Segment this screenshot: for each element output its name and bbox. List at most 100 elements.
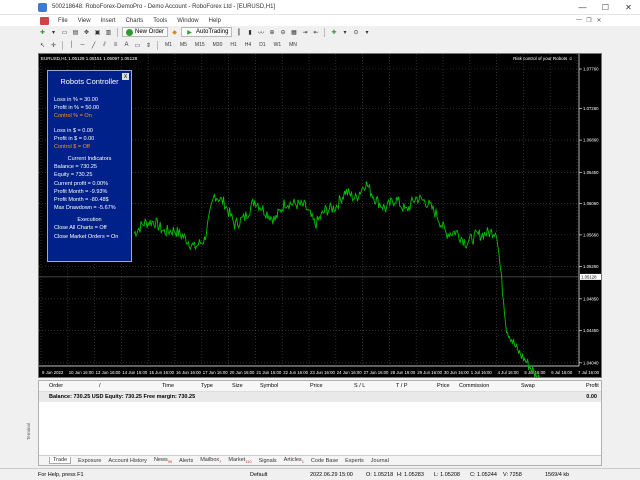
zoom-in-icon[interactable]: ⊕ xyxy=(267,28,276,37)
panel-close-button[interactable]: X xyxy=(122,73,129,80)
trendline-icon[interactable]: ╱ xyxy=(89,41,98,50)
menu-file[interactable]: File xyxy=(53,18,73,24)
title-bar: 500218648: RoboForex-DemoPro - Demo Acco… xyxy=(0,0,640,15)
tab-code-base[interactable]: Code Base xyxy=(311,458,338,464)
market-watch-icon[interactable]: ▭ xyxy=(60,28,69,37)
balance-summary: Balance: 730.25 USD Equity: 730.25 Free … xyxy=(49,394,196,400)
menu-charts[interactable]: Charts xyxy=(121,18,149,24)
close-all-charts-toggle[interactable]: Close All Charts = Off xyxy=(54,224,125,232)
tab-news[interactable]: News99 xyxy=(154,457,172,464)
timeframe-mn[interactable]: MN xyxy=(286,42,300,48)
balance-row[interactable]: Balance: 730.25 USD Equity: 730.25 Free … xyxy=(39,392,601,402)
timeframe-h1[interactable]: H1 xyxy=(227,42,239,48)
tile-windows-icon[interactable]: ▦ xyxy=(289,28,298,37)
metaeditor-icon[interactable]: ◆ xyxy=(170,28,179,37)
close-window-button[interactable]: ✕ xyxy=(617,0,640,15)
timeframe-m1[interactable]: M1 xyxy=(162,42,175,48)
menu-view[interactable]: View xyxy=(73,18,96,24)
data-window-icon[interactable]: ▤ xyxy=(71,28,80,37)
new-order-button[interactable]: New Order xyxy=(122,27,169,37)
app-window: 500218648: RoboForex-DemoPro - Demo Acco… xyxy=(0,0,640,480)
col-profit[interactable]: Profit xyxy=(586,383,599,389)
arrows-icon[interactable]: ⇕ xyxy=(144,41,153,50)
timeframe-w1[interactable]: W1 xyxy=(271,42,285,48)
tab-experts[interactable]: Experts xyxy=(345,458,364,464)
panel-title: Robots Controller xyxy=(60,77,119,86)
timeframe-d1[interactable]: D1 xyxy=(256,42,268,48)
chart-shift-icon[interactable]: ⇤ xyxy=(311,28,320,37)
price-series-line xyxy=(133,181,540,377)
y-tick-label: 1.04850 xyxy=(583,296,599,301)
templates-icon[interactable]: ⊙ xyxy=(351,28,360,37)
autoscroll-icon[interactable]: ⇥ xyxy=(300,28,309,37)
templates-dropdown-icon[interactable]: ▾ xyxy=(362,28,371,37)
price-point xyxy=(143,222,145,224)
menu-help[interactable]: Help xyxy=(204,18,226,24)
timeframe-h4[interactable]: H4 xyxy=(242,42,254,48)
chart-symbol-header: EURUSD,H1 1.05128 1.05151 1.05097 1.0512… xyxy=(41,56,138,61)
col-sl[interactable]: S / L xyxy=(354,383,365,389)
zoom-out-icon[interactable]: ⊖ xyxy=(278,28,287,37)
toolbar-divider xyxy=(117,27,118,37)
maximize-button[interactable]: ☐ xyxy=(594,0,617,15)
tab-trade[interactable]: Trade xyxy=(49,457,72,464)
minimize-button[interactable]: — xyxy=(571,0,594,15)
new-chart-icon[interactable]: ✚ xyxy=(38,28,47,37)
periods-icon[interactable]: ▾ xyxy=(340,28,349,37)
control-percent-toggle[interactable]: Control % = On xyxy=(54,112,125,120)
price-chart[interactable]: 9 Jun 2022 10 Jun 16:00 13 Jun 16:00 14 Jun… xyxy=(38,53,602,378)
timeframe-m30[interactable]: M30 xyxy=(210,42,226,48)
autotrading-button[interactable]: ▶ AutoTrading xyxy=(181,27,233,37)
mdi-restore-button[interactable]: ❐ xyxy=(584,17,594,24)
menu-insert[interactable]: Insert xyxy=(96,18,121,24)
candlestick-icon[interactable]: ▮ xyxy=(245,28,254,37)
col-symbol[interactable]: Symbol xyxy=(260,383,278,389)
tab-signals[interactable]: Signals xyxy=(259,458,277,464)
x-tick-label: 14 Jun 16:00 xyxy=(122,370,147,375)
col-swap[interactable]: Swap xyxy=(521,383,535,389)
col-order[interactable]: Order xyxy=(49,383,63,389)
col-time[interactable]: Time xyxy=(162,383,174,389)
fibonacci-icon[interactable]: ≡ xyxy=(111,41,120,50)
tab-account-history[interactable]: Account History xyxy=(108,458,147,464)
strategy-tester-icon[interactable]: ▥ xyxy=(104,28,113,37)
mdi-close-button[interactable]: ✕ xyxy=(594,17,604,24)
text-tool-icon[interactable]: A xyxy=(122,41,131,50)
tab-mailbox[interactable]: Mailbox7 xyxy=(200,457,221,464)
equidistant-channel-icon[interactable]: ⫽ xyxy=(100,41,109,50)
robots-controller-panel: X Robots Controller Loss in % = 30.00 Pr… xyxy=(47,70,132,262)
bar-chart-icon[interactable]: ┃ xyxy=(234,28,243,37)
terminal-icon[interactable]: ▣ xyxy=(93,28,102,37)
col-type[interactable]: Type xyxy=(201,383,213,389)
cursor-icon[interactable]: ↖ xyxy=(38,41,47,50)
col-price[interactable]: Price xyxy=(310,383,323,389)
menu-tools[interactable]: Tools xyxy=(148,18,172,24)
line-chart-icon[interactable]: 〰 xyxy=(256,28,265,37)
close-market-orders-toggle[interactable]: Close Market Orders = On xyxy=(54,233,125,241)
vertical-line-icon[interactable]: │ xyxy=(67,41,76,50)
control-usd-toggle[interactable]: Control $ = Off xyxy=(54,143,125,151)
profiles-icon[interactable]: ▾ xyxy=(49,28,58,37)
tab-market[interactable]: Market110 xyxy=(228,457,251,464)
price-point xyxy=(234,224,236,226)
tab-exposure[interactable]: Exposure xyxy=(78,458,101,464)
y-tick-label: 1.05660 xyxy=(583,232,599,237)
tab-alerts[interactable]: Alerts xyxy=(179,458,193,464)
navigator-icon[interactable]: ✥ xyxy=(82,28,91,37)
col-sort[interactable]: / xyxy=(99,383,101,389)
tab-journal[interactable]: Journal xyxy=(371,458,389,464)
terminal-side-label: Terminal xyxy=(26,422,31,440)
text-label-icon[interactable]: ▭ xyxy=(133,41,142,50)
mdi-minimize-button[interactable]: — xyxy=(574,17,584,24)
menu-window[interactable]: Window xyxy=(172,18,203,24)
timeframe-m5[interactable]: M5 xyxy=(177,42,190,48)
col-tp[interactable]: T / P xyxy=(396,383,408,389)
tab-articles[interactable]: Articles1 xyxy=(284,457,304,464)
horizontal-line-icon[interactable]: ─ xyxy=(78,41,87,50)
col-commission[interactable]: Commission xyxy=(459,383,489,389)
col-size[interactable]: Size xyxy=(232,383,243,389)
timeframe-m15[interactable]: M15 xyxy=(192,42,208,48)
col-price-current[interactable]: Price xyxy=(437,383,450,389)
crosshair-icon[interactable]: ✛ xyxy=(49,41,58,50)
indicators-icon[interactable]: ✚ xyxy=(329,28,338,37)
